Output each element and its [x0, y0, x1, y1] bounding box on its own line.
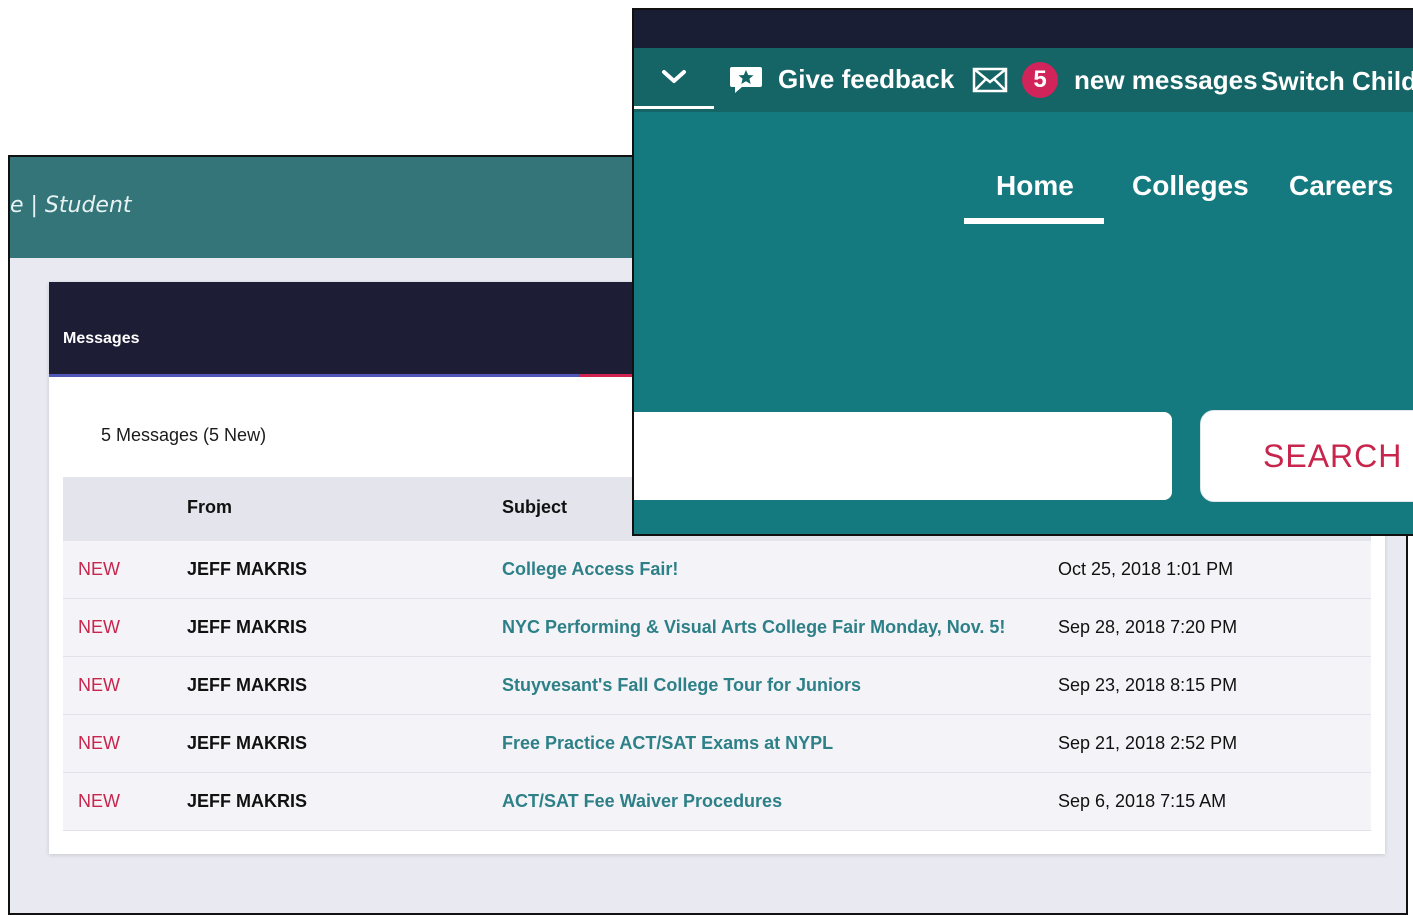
column-header-from[interactable]: From [187, 497, 232, 518]
active-tab-indicator [964, 218, 1104, 224]
message-subject-link[interactable]: Free Practice ACT/SAT Exams at NYPL [502, 733, 833, 754]
give-feedback-label: Give feedback [778, 64, 955, 94]
tab-colleges[interactable]: Colleges [1132, 170, 1249, 202]
message-date: Sep 23, 2018 8:15 PM [1058, 675, 1238, 695]
feedback-star-icon [730, 66, 762, 93]
switch-child-selector[interactable]: Switch Child: [1261, 66, 1413, 97]
message-subject-link[interactable]: College Access Fair! [502, 559, 678, 580]
message-subject-link[interactable]: NYC Performing & Visual Arts College Fai… [502, 617, 1005, 638]
main-nav: Home Colleges Careers [634, 170, 1413, 230]
message-date: Oct 25, 2018 1:01 PM [1058, 559, 1234, 579]
search-input[interactable] [634, 412, 1172, 500]
top-strip [634, 10, 1413, 48]
utility-bar: Give feedback 5 new messages Switch Chil… [634, 48, 1413, 112]
give-feedback-link[interactable]: Give feedback [728, 64, 954, 95]
message-sender: JEFF MAKRIS [187, 791, 308, 811]
new-messages-label: new messages [1074, 64, 1258, 95]
new-badge: NEW [78, 675, 120, 695]
account-dropdown-toggle[interactable] [634, 48, 714, 109]
message-date: Sep 21, 2018 2:52 PM [1058, 733, 1238, 753]
titlebar-accent [579, 374, 639, 377]
new-badge: NEW [78, 733, 120, 753]
messages-title: Messages [63, 330, 140, 347]
message-date: Sep 6, 2018 7:15 AM [1058, 791, 1227, 811]
table-row[interactable]: NEW JEFF MAKRIS Free Practice ACT/SAT Ex… [63, 715, 1371, 773]
message-sender: JEFF MAKRIS [187, 617, 308, 637]
chevron-down-icon [662, 70, 686, 83]
table-row[interactable]: NEW JEFF MAKRIS Stuyvesant's Fall Colleg… [63, 657, 1371, 715]
message-date: Sep 28, 2018 7:20 PM [1058, 617, 1238, 637]
new-badge: NEW [78, 617, 120, 637]
messages-table-body: NEW JEFF MAKRIS College Access Fair! Oct… [63, 541, 1371, 831]
tab-home[interactable]: Home [996, 170, 1074, 202]
tab-careers[interactable]: Careers [1289, 170, 1393, 202]
table-row[interactable]: NEW JEFF MAKRIS ACT/SAT Fee Waiver Proce… [63, 773, 1371, 831]
portal-title: e | Student [10, 193, 132, 218]
search-button[interactable]: SEARCH [1200, 410, 1413, 502]
message-count-badge: 5 [1022, 62, 1058, 98]
message-sender: JEFF MAKRIS [187, 675, 308, 695]
message-sender: JEFF MAKRIS [187, 733, 308, 753]
new-badge: NEW [78, 559, 120, 579]
new-messages-link[interactable]: 5 new messages [972, 62, 1258, 98]
message-subject-link[interactable]: Stuyvesant's Fall College Tour for Junio… [502, 675, 861, 696]
new-badge: NEW [78, 791, 120, 811]
table-row[interactable]: NEW JEFF MAKRIS College Access Fair! Oct… [63, 541, 1371, 599]
column-header-subject[interactable]: Subject [502, 497, 567, 518]
envelope-icon [972, 67, 1008, 93]
message-subject-link[interactable]: ACT/SAT Fee Waiver Procedures [502, 791, 782, 812]
site-header-window: Give feedback 5 new messages Switch Chil… [632, 8, 1413, 536]
table-row[interactable]: NEW JEFF MAKRIS NYC Performing & Visual … [63, 599, 1371, 657]
message-sender: JEFF MAKRIS [187, 559, 308, 579]
messages-count: 5 Messages (5 New) [101, 425, 267, 445]
